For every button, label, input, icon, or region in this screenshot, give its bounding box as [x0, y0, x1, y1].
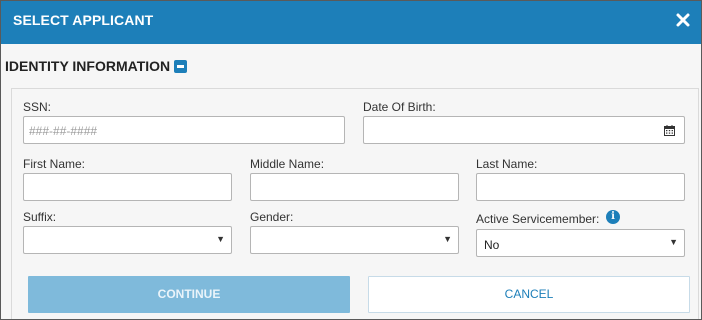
- middle-name-input[interactable]: [250, 173, 459, 201]
- identity-panel: SSN: ###-##-#### Date Of Birth: First Na…: [11, 88, 699, 319]
- active-servicemember-value: No: [484, 238, 500, 252]
- suffix-label: Suffix:: [23, 210, 57, 224]
- continue-button[interactable]: CONTINUE: [28, 276, 350, 313]
- gender-select[interactable]: ▼: [250, 226, 459, 254]
- dialog-title: SELECT APPLICANT: [13, 12, 154, 28]
- dob-label: Date Of Birth:: [363, 100, 436, 114]
- gender-label: Gender:: [250, 210, 294, 224]
- active-servicemember-label: Active Servicemember:: [476, 212, 600, 226]
- dob-input[interactable]: [363, 116, 685, 144]
- collapse-minus-icon[interactable]: [174, 59, 188, 73]
- last-name-input[interactable]: [476, 173, 685, 201]
- ssn-label: SSN:: [23, 100, 52, 114]
- close-icon[interactable]: [675, 12, 691, 28]
- ssn-placeholder: ###-##-####: [29, 124, 98, 138]
- first-name-label: First Name:: [23, 157, 86, 171]
- chevron-down-icon: ▼: [216, 234, 225, 244]
- middle-name-label: Middle Name:: [250, 157, 325, 171]
- section-title: IDENTITY INFORMATION: [5, 58, 171, 74]
- cancel-button[interactable]: CANCEL: [368, 276, 690, 313]
- chevron-down-icon: ▼: [669, 237, 678, 247]
- last-name-label: Last Name:: [476, 157, 538, 171]
- chevron-down-icon: ▼: [443, 234, 452, 244]
- calendar-icon[interactable]: [664, 125, 675, 136]
- active-servicemember-select[interactable]: No ▼: [476, 229, 685, 257]
- select-applicant-dialog: SELECT APPLICANT IDENTITY INFORMATION SS…: [0, 0, 702, 320]
- section-header: IDENTITY INFORMATION: [5, 58, 188, 74]
- ssn-input[interactable]: ###-##-####: [23, 116, 345, 144]
- first-name-input[interactable]: [23, 173, 232, 201]
- info-icon[interactable]: i: [606, 210, 620, 224]
- dialog-titlebar: SELECT APPLICANT: [1, 1, 701, 44]
- suffix-select[interactable]: ▼: [23, 226, 232, 254]
